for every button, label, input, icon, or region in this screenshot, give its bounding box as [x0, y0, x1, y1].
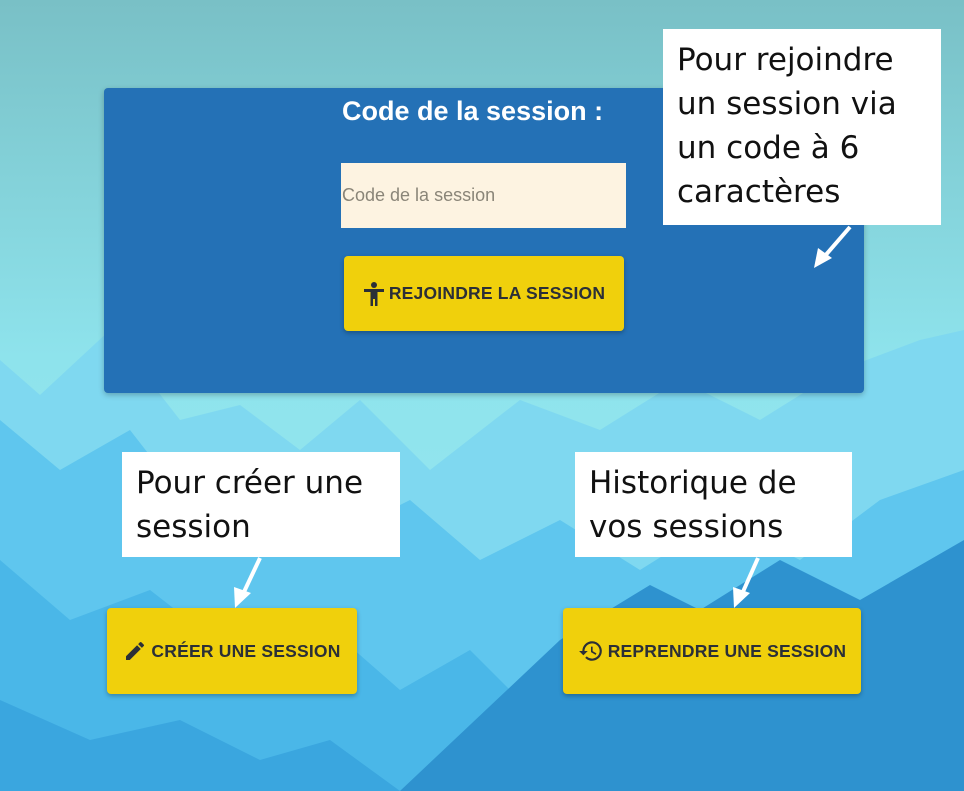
- resume-session-button[interactable]: REPRENDRE UNE SESSION: [563, 608, 861, 694]
- annotation-line: vos sessions: [589, 509, 784, 545]
- join-session-button-label: REJOINDRE LA SESSION: [388, 283, 606, 303]
- create-session-button-label: CRÉER UNE SESSION: [151, 640, 341, 661]
- session-code-label: Code de la session :: [342, 96, 604, 126]
- annotation-line: session: [136, 509, 251, 545]
- history-icon: [578, 638, 604, 664]
- annotation-line: caractères: [677, 174, 841, 210]
- annotation-line: Historique de: [589, 465, 797, 501]
- join-annotation: Pour rejoindre un session via un code à …: [663, 29, 941, 225]
- person-arms-up-icon: [363, 281, 385, 307]
- session-code-input[interactable]: [341, 163, 626, 228]
- annotation-line: Pour rejoindre: [677, 42, 894, 78]
- annotation-line: un session via: [677, 86, 897, 122]
- pencil-icon: [123, 639, 147, 663]
- annotation-line: Pour créer une: [136, 465, 364, 501]
- history-annotation: Historique de vos sessions: [575, 452, 852, 557]
- create-session-button[interactable]: CRÉER UNE SESSION: [107, 608, 357, 694]
- resume-session-button-label: REPRENDRE UNE SESSION: [607, 640, 847, 661]
- annotation-line: un code à 6: [677, 130, 860, 166]
- create-annotation: Pour créer une session: [122, 452, 400, 557]
- join-session-button[interactable]: REJOINDRE LA SESSION: [344, 256, 624, 331]
